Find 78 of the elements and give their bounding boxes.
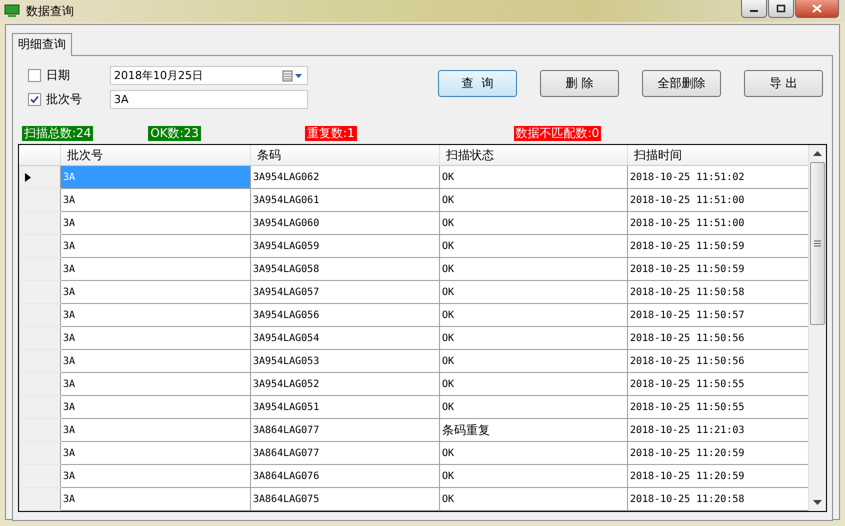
table-cell: OK	[440, 234, 628, 258]
table-cell: 3A954LAG053	[250, 350, 440, 372]
checkbox[interactable]	[28, 69, 41, 82]
input-field[interactable]: 3A	[110, 90, 308, 109]
table-cell: 3A864LAG076	[250, 464, 440, 488]
date-picker[interactable]: 2018年10月25日	[110, 66, 308, 85]
close-icon	[812, 4, 822, 13]
table-cell: 3A	[60, 372, 250, 396]
table-cell: 3A954LAG057	[250, 280, 440, 304]
table-cell: OK	[440, 326, 628, 350]
table-cell: OK	[440, 188, 628, 212]
scrollbar-thumb[interactable]	[810, 162, 825, 325]
table-cell: 3A	[60, 326, 250, 350]
count-label: 数据不匹配数:0	[514, 126, 602, 140]
table-cell: OK	[440, 396, 628, 418]
action-button[interactable]: 全部删除	[642, 70, 721, 97]
column-header[interactable]: 扫描时间	[628, 145, 808, 166]
table-cell: OK	[440, 350, 628, 372]
table-cell: 3A954LAG060	[250, 212, 440, 234]
table-cell: OK	[440, 212, 628, 234]
table-cell: 3A954LAG054	[250, 326, 440, 350]
table-cell: 3A864LAG077	[250, 442, 440, 464]
maximize-button[interactable]	[768, 0, 794, 18]
checkbox-label: 批次号	[46, 91, 83, 108]
column-header[interactable]: 条码	[250, 145, 440, 166]
table-cell: 3A	[60, 234, 250, 258]
table-cell: 3A	[60, 464, 250, 488]
column-header[interactable]: 批次号	[60, 145, 250, 166]
table-cell: OK	[440, 442, 628, 464]
checkbox[interactable]	[28, 93, 41, 106]
table-cell: 3A	[60, 418, 250, 442]
table-cell: 3A	[60, 488, 250, 510]
table-cell: 3A954LAG056	[250, 304, 440, 326]
scrollbar[interactable]	[808, 145, 826, 511]
column-header[interactable]: 扫描状态	[440, 145, 628, 166]
table-cell: 3A	[60, 350, 250, 372]
table-cell: 3A	[60, 166, 250, 188]
table-cell: 条码重复	[440, 418, 628, 442]
current-row-icon	[25, 172, 31, 182]
app-icon	[4, 4, 20, 18]
scroll-down-icon[interactable]	[813, 500, 822, 505]
table-cell: 3A954LAG058	[250, 258, 440, 280]
table-cell: OK	[440, 304, 628, 326]
table-cell: 3A954LAG059	[250, 234, 440, 258]
table-cell: 3A864LAG075	[250, 488, 440, 510]
minimize-button[interactable]	[741, 0, 767, 18]
maximize-icon	[776, 4, 786, 13]
table-cell: OK	[440, 464, 628, 488]
table-cell: 3A	[60, 304, 250, 326]
action-button[interactable]: 导 出	[744, 70, 823, 97]
table-cell: 3A	[60, 258, 250, 280]
action-button[interactable]: 查 询	[438, 70, 517, 97]
table-cell: 3A	[60, 396, 250, 418]
table-cell: 3A954LAG062	[250, 166, 440, 188]
action-button[interactable]: 删 除	[540, 70, 619, 97]
count-label: 重复数:1	[304, 126, 357, 140]
table-cell: 3A954LAG061	[250, 188, 440, 212]
calendar-dropdown-icon[interactable]	[282, 70, 304, 82]
table-cell: OK	[440, 258, 628, 280]
grip-icon	[814, 240, 821, 247]
table-cell: OK	[440, 372, 628, 396]
count-label: OK数:23	[148, 126, 201, 140]
table-cell: 3A954LAG051	[250, 396, 440, 418]
table-cell: 3A	[60, 188, 250, 212]
count-label: 扫描总数:24	[22, 126, 94, 140]
table-cell: 3A	[60, 442, 250, 464]
table-cell: OK	[440, 166, 628, 188]
table-cell: OK	[440, 488, 628, 510]
table-cell: 3A	[60, 280, 250, 304]
table-cell: 3A	[60, 212, 250, 234]
table-cell: 3A954LAG052	[250, 372, 440, 396]
window-title: 数据查询	[26, 2, 75, 20]
checkbox-label: 日期	[46, 67, 71, 84]
table-cell: 3A864LAG077	[250, 418, 440, 442]
tab[interactable]: 明细查询	[12, 33, 72, 56]
close-button[interactable]	[795, 0, 839, 18]
table-cell: OK	[440, 280, 628, 304]
scroll-up-icon[interactable]	[813, 151, 822, 156]
